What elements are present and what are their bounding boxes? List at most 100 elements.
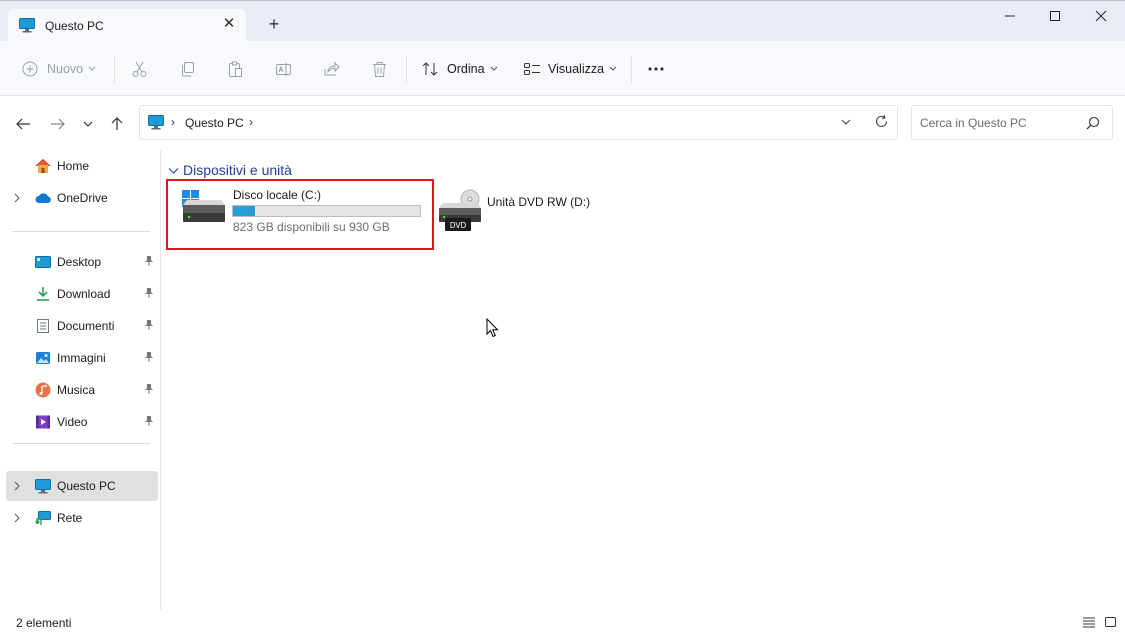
monitor-icon (19, 18, 35, 36)
this-pc-icon (35, 478, 51, 494)
address-dropdown-icon[interactable] (840, 116, 852, 131)
new-tab-button[interactable]: + (265, 15, 283, 33)
sidebar-item-label: Home (57, 159, 90, 173)
chevron-down-icon (609, 66, 617, 72)
sort-arrows-icon (422, 61, 439, 77)
more-options-button[interactable] (647, 57, 665, 81)
pin-icon[interactable] (144, 351, 154, 366)
section-title: Dispositivi e unità (183, 162, 292, 178)
pin-icon[interactable] (144, 319, 154, 334)
close-window-button[interactable] (1090, 7, 1112, 29)
sidebar-item-label: Questo PC (57, 479, 116, 493)
maximize-button[interactable] (1044, 7, 1066, 29)
drive-d-name[interactable]: Unità DVD RW (D:) (487, 195, 590, 209)
drive-c-usage-fill (233, 206, 255, 216)
sidebar-item-label: Desktop (57, 255, 102, 269)
rename-button[interactable] (275, 57, 292, 81)
trash-icon (371, 61, 388, 78)
section-header-devices[interactable]: Dispositivi e unità (168, 161, 292, 179)
sidebar-item-label: Download (57, 287, 111, 301)
sidebar-item-desktop[interactable]: Desktop (6, 247, 158, 277)
sidebar-item-label: OneDrive (57, 191, 108, 205)
delete-button[interactable] (371, 57, 388, 81)
home-icon (35, 158, 51, 174)
sidebar-item-video[interactable]: Video (6, 407, 158, 437)
new-label: Nuovo (47, 62, 84, 76)
breadcrumb-separator[interactable]: › (249, 115, 253, 129)
tab-title: Questo PC (45, 19, 104, 33)
new-button[interactable]: Nuovo (22, 57, 96, 81)
monitor-icon (148, 115, 164, 133)
sidebar-item-download[interactable]: Download (6, 279, 158, 309)
forward-arrow-icon[interactable] (50, 117, 66, 131)
sidebar-item-documenti[interactable]: Documenti (6, 311, 158, 341)
chevron-down-icon (490, 66, 498, 72)
cloud-icon (35, 190, 51, 206)
command-bar: Nuovo Ordina Visualizza (0, 41, 1125, 96)
refresh-icon[interactable] (874, 114, 889, 132)
copy-icon (179, 61, 196, 78)
sidebar-item-home[interactable]: Home (6, 151, 158, 181)
breadcrumb-separator[interactable]: › (171, 115, 175, 129)
local-disk-icon (181, 189, 227, 228)
view-layout-icon (523, 62, 541, 76)
status-bar: 2 elementi (0, 610, 1125, 634)
item-count: 2 elementi (16, 616, 72, 630)
chevron-down-icon[interactable] (168, 162, 179, 178)
sidebar-item-label: Rete (57, 511, 83, 525)
music-icon (35, 382, 51, 398)
cut-button[interactable] (131, 57, 148, 81)
sidebar-divider (12, 443, 150, 444)
back-arrow-icon[interactable] (15, 117, 31, 131)
share-button[interactable] (323, 57, 340, 81)
pin-icon[interactable] (144, 415, 154, 430)
divider (631, 55, 632, 83)
pin-icon[interactable] (144, 255, 154, 270)
desktop-icon (35, 254, 51, 270)
tab-questo-pc[interactable]: Questo PC ✕ (8, 9, 246, 42)
minimize-button[interactable] (999, 7, 1021, 29)
drive-c-usage-bar (232, 205, 421, 217)
divider (406, 55, 407, 83)
divider (114, 55, 115, 83)
sort-button[interactable]: Ordina (422, 57, 498, 81)
sidebar-item-onedrive[interactable]: OneDrive (6, 183, 158, 213)
rename-icon (275, 61, 292, 78)
sidebar-divider (12, 231, 150, 232)
title-bar: Questo PC ✕ + (0, 0, 1125, 42)
recent-locations-chevron-icon[interactable] (82, 117, 98, 131)
sidebar-item-questo-pc[interactable]: Questo PC (6, 471, 158, 501)
sidebar-item-immagini[interactable]: Immagini (6, 343, 158, 373)
breadcrumb-questo-pc[interactable]: Questo PC (185, 116, 244, 130)
sidebar-item-rete[interactable]: Rete (6, 503, 158, 533)
pin-icon[interactable] (144, 287, 154, 302)
sidebar-item-musica[interactable]: Musica (6, 375, 158, 405)
chevron-right-icon[interactable] (14, 480, 20, 494)
copy-button[interactable] (179, 57, 196, 81)
sidebar-item-label: Video (57, 415, 88, 429)
more-icon (647, 66, 665, 72)
search-box[interactable]: Cerca in Questo PC (911, 105, 1113, 140)
chevron-right-icon[interactable] (14, 512, 20, 526)
details-view-icon[interactable] (1082, 616, 1096, 631)
clipboard-icon (227, 61, 244, 78)
search-icon[interactable] (1086, 116, 1100, 133)
up-arrow-icon[interactable] (110, 117, 126, 131)
address-bar[interactable]: › Questo PC › (139, 105, 898, 140)
sidebar-item-label: Musica (57, 383, 96, 397)
chevron-down-icon (88, 66, 96, 72)
sidebar-item-label: Immagini (57, 351, 106, 365)
sidebar-item-label: Documenti (57, 319, 115, 333)
close-tab-icon[interactable]: ✕ (221, 16, 237, 33)
pin-icon[interactable] (144, 383, 154, 398)
paste-button[interactable] (227, 57, 244, 81)
chevron-right-icon[interactable] (14, 192, 20, 206)
search-placeholder: Cerca in Questo PC (920, 116, 1027, 130)
plus-circle-icon (22, 61, 38, 77)
pictures-icon (35, 350, 51, 366)
view-button[interactable]: Visualizza (523, 57, 617, 81)
large-icons-view-icon[interactable] (1104, 616, 1117, 631)
view-label: Visualizza (548, 62, 605, 76)
dvd-drive-icon[interactable]: DVD (437, 188, 483, 235)
mouse-cursor-icon (486, 317, 499, 341)
